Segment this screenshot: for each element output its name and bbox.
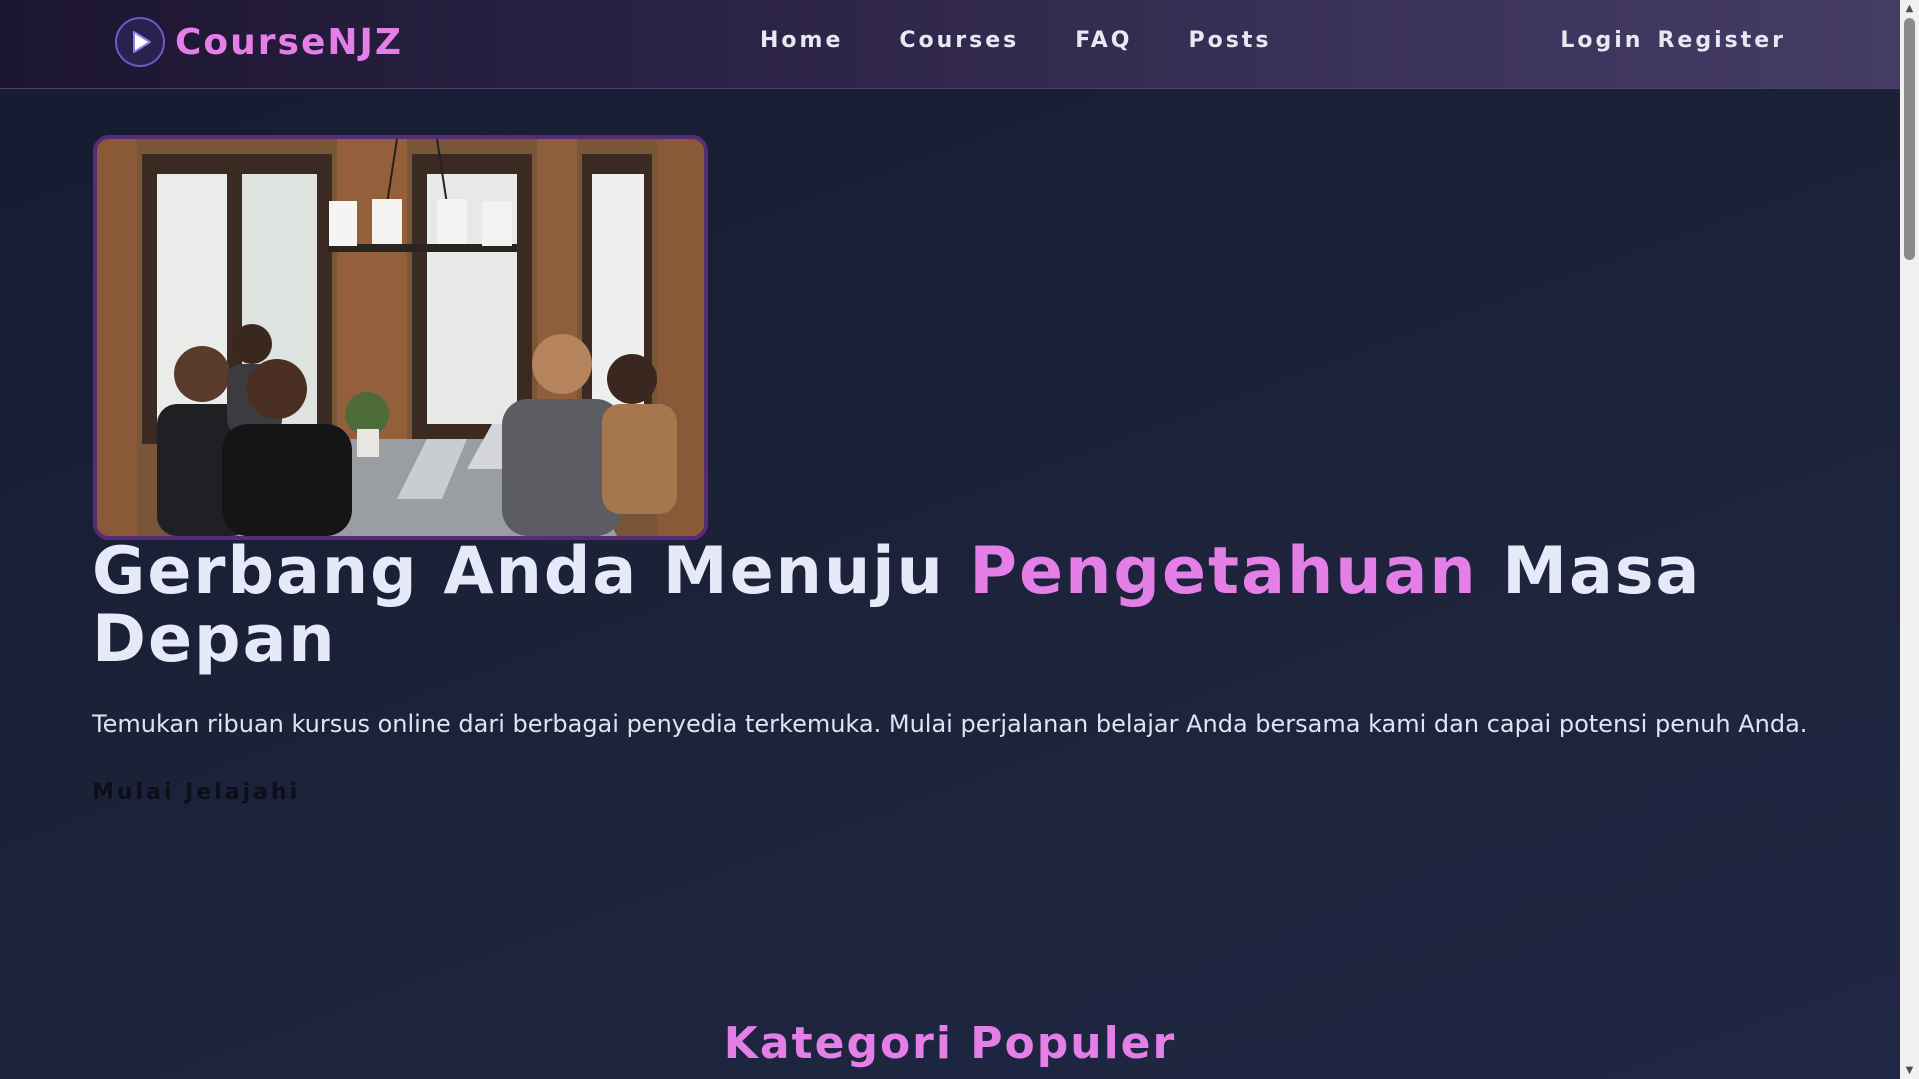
nav-item-courses[interactable]: Courses (899, 28, 1019, 53)
hero-title-part1: Gerbang Anda Menuju (92, 534, 970, 609)
hero-title-accent: Pengetahuan (969, 534, 1478, 609)
play-icon (115, 17, 165, 67)
vertical-scrollbar[interactable]: ▲ ▼ (1900, 0, 1919, 1079)
main-nav: Home Courses FAQ Posts (760, 28, 1271, 53)
login-link[interactable]: Login (1560, 28, 1643, 53)
popular-categories-title: Kategori Populer (723, 1018, 1177, 1069)
nav-item-home[interactable]: Home (760, 28, 843, 53)
nav-item-faq[interactable]: FAQ (1075, 28, 1132, 53)
navbar: CourseNJZ Home Courses FAQ Posts Login R… (0, 0, 1900, 89)
hero-description: Temukan ribuan kursus online dari berbag… (92, 710, 1808, 738)
brand-name: CourseNJZ (175, 21, 404, 63)
register-link[interactable]: Register (1657, 28, 1786, 53)
explore-button[interactable]: Mulai Jelajahi (92, 780, 300, 805)
scroll-thumb[interactable] (1904, 18, 1915, 260)
scroll-down-icon[interactable]: ▼ (1900, 1062, 1919, 1079)
auth-links: Login Register (1560, 28, 1786, 53)
brand[interactable]: CourseNJZ (115, 17, 403, 67)
nav-item-posts[interactable]: Posts (1189, 28, 1272, 53)
page: CourseNJZ Home Courses FAQ Posts Login R… (0, 0, 1919, 1079)
hero-title: Gerbang Anda Menuju Pengetahuan Masa Dep… (92, 538, 1852, 674)
scroll-up-icon[interactable]: ▲ (1900, 0, 1919, 17)
hero-image (93, 135, 708, 540)
